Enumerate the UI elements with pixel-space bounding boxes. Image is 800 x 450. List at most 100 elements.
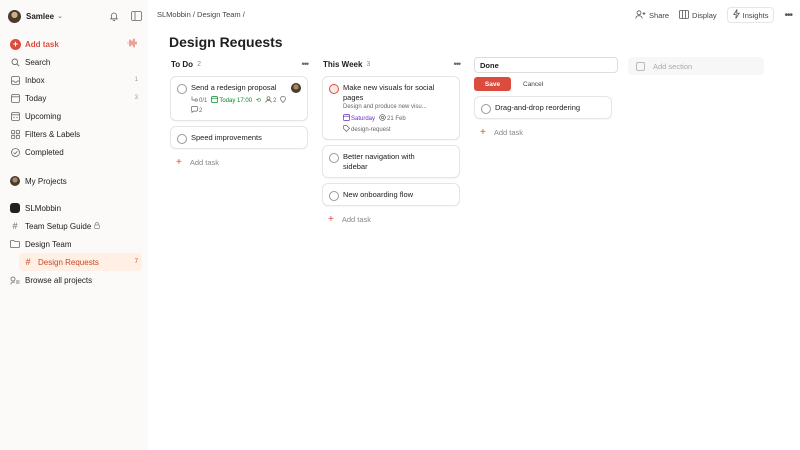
breadcrumb[interactable]: SLMobbin / Design Team /: [157, 10, 245, 19]
column-title[interactable]: This Week: [323, 60, 362, 69]
location-icon: [280, 95, 287, 105]
task-card[interactable]: Drag-and-drop reordering: [474, 96, 612, 119]
primary-nav: + Add task Search Inbox 1 Today 3 Upcomi…: [6, 35, 142, 161]
label-icon: [343, 125, 350, 134]
calendar-upcoming-icon: [10, 111, 20, 121]
grid-icon: [10, 129, 20, 139]
task-description: Design and produce new visu...: [343, 104, 427, 110]
insights-button[interactable]: Insights: [726, 7, 775, 23]
sidebar-item-workspace[interactable]: SLMobbin: [6, 199, 142, 217]
task-checkbox[interactable]: [329, 191, 339, 201]
section-name-input[interactable]: [474, 57, 618, 73]
plus-icon: +: [480, 126, 486, 138]
task-meta-comments: 2: [191, 106, 300, 115]
sidebar-add-task[interactable]: + Add task: [6, 35, 142, 53]
ramble-icon[interactable]: [127, 38, 138, 50]
nav-count: 1: [134, 77, 138, 83]
display-button[interactable]: Display: [679, 7, 717, 23]
task-checkbox[interactable]: [481, 104, 491, 114]
save-button[interactable]: Save: [474, 77, 511, 91]
share-button[interactable]: Share: [635, 7, 669, 23]
assignees-icon: [265, 96, 272, 105]
sidebar-item-inbox[interactable]: Inbox 1: [6, 71, 142, 89]
task-checkbox[interactable]: [329, 153, 339, 163]
task-card[interactable]: Speed improvements: [170, 126, 308, 149]
section-edit-actions: Save Cancel: [474, 77, 612, 91]
task-checkbox[interactable]: [177, 134, 187, 144]
share-user-icon: [635, 9, 646, 21]
subtask-icon: [191, 96, 198, 105]
task-card[interactable]: Better navigation with sidebar: [322, 145, 460, 178]
sidebar-item-upcoming[interactable]: Upcoming: [6, 107, 142, 125]
sidebar-item-browse-projects[interactable]: Browse all projects: [6, 271, 142, 289]
sidebar-item-filters-labels[interactable]: Filters & Labels: [6, 125, 142, 143]
subtask-count: 0/1: [199, 97, 208, 104]
task-checkbox-priority[interactable]: [329, 84, 339, 94]
sidebar-item-completed[interactable]: Completed: [6, 143, 142, 161]
add-task-button[interactable]: + Add task: [170, 154, 308, 170]
sidebar-item-design-team[interactable]: Design Team: [6, 235, 142, 253]
add-section-button[interactable]: Add section: [628, 57, 764, 75]
add-task-label: Add task: [341, 214, 372, 224]
sidebar-item-today[interactable]: Today 3: [6, 89, 142, 107]
sidebar-item-my-projects[interactable]: My Projects: [6, 172, 142, 190]
due-date: Saturday: [351, 115, 376, 122]
more-options-icon[interactable]: •••: [454, 59, 462, 69]
add-section-label: Add section: [653, 61, 693, 71]
workspace-logo-icon: [10, 203, 20, 213]
nav-label: Search: [25, 57, 51, 67]
hash-icon: #: [12, 221, 18, 231]
browse-projects-icon: [10, 275, 20, 285]
task-card[interactable]: Make new visuals for social pages Design…: [322, 76, 460, 140]
display-label: Display: [692, 10, 717, 20]
sidebar: Samlee ⌄ + Add task Search Inbox 1 Today…: [0, 0, 148, 450]
column-header: This Week 3 •••: [322, 57, 462, 71]
assignee-avatar[interactable]: [291, 83, 301, 93]
more-options-icon[interactable]: •••: [302, 59, 310, 69]
nav-label: My Projects: [25, 176, 67, 186]
task-card[interactable]: New onboarding flow: [322, 183, 460, 206]
task-title: Speed improvements: [191, 133, 262, 142]
chevron-down-icon[interactable]: ⌄: [57, 12, 63, 20]
task-checkbox[interactable]: [177, 84, 187, 94]
my-projects-section: My Projects: [6, 172, 142, 190]
nav-count: 7: [134, 259, 138, 265]
user-name[interactable]: Samlee: [26, 12, 54, 21]
sidebar-toggle-icon[interactable]: [131, 11, 142, 22]
date-icon: [211, 96, 219, 105]
add-task-button[interactable]: + Add task: [474, 124, 612, 140]
task-card[interactable]: Send a redesign proposal 0/1 Today 17:00…: [170, 76, 308, 121]
nav-label: Filters & Labels: [25, 129, 81, 139]
plus-icon: +: [176, 156, 182, 168]
more-options-icon[interactable]: •••: [784, 10, 792, 21]
sidebar-item-design-requests[interactable]: # Design Requests 7: [19, 253, 142, 271]
lock-icon: [94, 221, 101, 231]
workspace-section: SLMobbin # Team Setup Guide Design Team …: [6, 199, 142, 289]
display-icon: [679, 9, 689, 21]
add-task-button[interactable]: + Add task: [322, 211, 460, 227]
header-actions: Share Display Insights •••: [635, 7, 793, 23]
assignee-count: 2: [273, 97, 277, 104]
due-date: Today 17:00: [219, 97, 253, 104]
column-header: To Do 2 •••: [170, 57, 310, 71]
nav-label: Design Requests: [38, 257, 99, 267]
user-avatar-small: [10, 176, 20, 186]
user-avatar[interactable]: [8, 9, 21, 23]
nav-label: Completed: [25, 147, 64, 157]
task-title: Make new visuals for social pages: [343, 83, 435, 102]
hash-icon: #: [25, 257, 31, 267]
deadline-icon: [379, 114, 386, 123]
add-task-label: Add task: [493, 127, 524, 137]
nav-label: Today: [25, 93, 47, 103]
sidebar-item-team-setup-guide[interactable]: # Team Setup Guide: [6, 217, 142, 235]
comment-count: 2: [199, 107, 203, 114]
cancel-button[interactable]: Cancel: [523, 81, 543, 88]
add-task-label: Add task: [25, 39, 59, 49]
task-title: Better navigation with sidebar: [343, 152, 415, 171]
column-title[interactable]: To Do: [171, 60, 193, 69]
bell-icon[interactable]: [108, 11, 119, 22]
inbox-icon: [10, 75, 20, 85]
nav-label: Team Setup Guide: [25, 221, 92, 231]
task-label[interactable]: design-request: [351, 127, 391, 133]
sidebar-item-search[interactable]: Search: [6, 53, 142, 71]
